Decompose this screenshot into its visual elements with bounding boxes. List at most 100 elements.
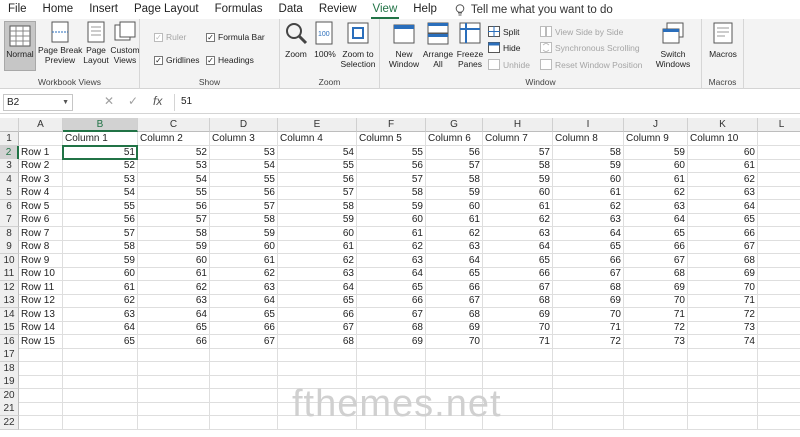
cell-i21[interactable]	[553, 402, 624, 416]
cell-j1[interactable]: Column 9	[624, 132, 688, 146]
cell-c4[interactable]: 54	[138, 172, 210, 187]
page-layout-button[interactable]: Page Layout	[82, 21, 110, 65]
cell-h16[interactable]: 71	[483, 334, 553, 349]
cell-b12[interactable]: 61	[63, 280, 138, 295]
cell-d9[interactable]: 60	[210, 240, 278, 254]
row-header-22[interactable]: 22	[0, 415, 19, 430]
cell-k3[interactable]: 61	[688, 159, 758, 173]
cell-i20[interactable]	[553, 388, 624, 403]
cell-a13[interactable]: Row 12	[19, 294, 63, 308]
tab-page-layout[interactable]: Page Layout	[126, 0, 207, 19]
gridlines-checkbox[interactable]: ✓ Gridlines	[154, 55, 200, 65]
cell-g5[interactable]: 59	[426, 186, 483, 200]
row-header-3[interactable]: 3	[0, 159, 19, 173]
tab-help[interactable]: Help	[405, 0, 445, 19]
row-header-15[interactable]: 15	[0, 321, 19, 335]
row-header-7[interactable]: 7	[0, 213, 19, 227]
tab-home[interactable]: Home	[35, 0, 82, 19]
cell-c8[interactable]: 58	[138, 226, 210, 241]
cell-i7[interactable]: 63	[553, 213, 624, 227]
cell-l16[interactable]	[758, 335, 800, 349]
cell-k18[interactable]	[688, 361, 758, 376]
cell-f12[interactable]: 65	[357, 280, 426, 295]
row-header-8[interactable]: 8	[0, 226, 19, 241]
row-header-21[interactable]: 21	[0, 402, 19, 416]
cell-g17[interactable]	[426, 348, 483, 362]
cell-i12[interactable]: 68	[553, 280, 624, 295]
cell-g1[interactable]: Column 6	[426, 132, 483, 146]
cell-i2[interactable]: 58	[553, 145, 624, 160]
cell-b21[interactable]	[63, 402, 138, 416]
cell-j22[interactable]	[624, 415, 688, 430]
cell-b7[interactable]: 56	[63, 213, 138, 227]
row-header-12[interactable]: 12	[0, 280, 19, 295]
cell-j14[interactable]: 71	[624, 307, 688, 322]
cell-c9[interactable]: 59	[138, 240, 210, 254]
row-header-4[interactable]: 4	[0, 172, 19, 187]
cell-c16[interactable]: 66	[138, 334, 210, 349]
cell-b8[interactable]: 57	[63, 226, 138, 241]
custom-views-button[interactable]: Custom Views	[110, 21, 140, 65]
cell-i3[interactable]: 59	[553, 159, 624, 173]
cell-j4[interactable]: 61	[624, 172, 688, 187]
cell-g15[interactable]: 69	[426, 321, 483, 335]
cell-e13[interactable]: 65	[278, 294, 357, 308]
cell-e11[interactable]: 63	[278, 267, 357, 281]
cell-i16[interactable]: 72	[553, 334, 624, 349]
cell-a7[interactable]: Row 6	[19, 213, 63, 227]
row-header-17[interactable]: 17	[0, 348, 19, 362]
cell-f8[interactable]: 61	[357, 226, 426, 241]
column-header-h[interactable]: H	[483, 118, 553, 132]
cell-c10[interactable]: 60	[138, 253, 210, 268]
cell-i14[interactable]: 70	[553, 307, 624, 322]
cell-b19[interactable]	[63, 375, 138, 389]
unhide-button[interactable]: Unhide	[488, 59, 530, 70]
cell-i4[interactable]: 60	[553, 172, 624, 187]
cell-k19[interactable]	[688, 375, 758, 389]
cell-l7[interactable]	[758, 213, 800, 227]
cell-k14[interactable]: 72	[688, 307, 758, 322]
tab-formulas[interactable]: Formulas	[207, 0, 271, 19]
cell-d17[interactable]	[210, 348, 278, 362]
cell-a5[interactable]: Row 4	[19, 186, 63, 200]
cell-h17[interactable]	[483, 348, 553, 362]
cell-i6[interactable]: 62	[553, 199, 624, 214]
cell-i1[interactable]: Column 8	[553, 132, 624, 146]
cell-c5[interactable]: 55	[138, 186, 210, 200]
cell-h8[interactable]: 63	[483, 226, 553, 241]
cell-d3[interactable]: 54	[210, 159, 278, 173]
cell-j20[interactable]	[624, 388, 688, 403]
cell-f10[interactable]: 63	[357, 253, 426, 268]
cell-a9[interactable]: Row 8	[19, 240, 63, 254]
cell-i10[interactable]: 66	[553, 253, 624, 268]
cell-b17[interactable]	[63, 348, 138, 362]
cell-d22[interactable]	[210, 415, 278, 430]
cell-l15[interactable]	[758, 321, 800, 335]
cell-a18[interactable]	[19, 361, 63, 376]
cell-f11[interactable]: 64	[357, 267, 426, 281]
cell-e16[interactable]: 68	[278, 334, 357, 349]
cell-j7[interactable]: 64	[624, 213, 688, 227]
cell-e12[interactable]: 64	[278, 280, 357, 295]
cell-b13[interactable]: 62	[63, 294, 138, 308]
row-header-19[interactable]: 19	[0, 375, 19, 389]
cell-d4[interactable]: 55	[210, 172, 278, 187]
cell-b5[interactable]: 54	[63, 186, 138, 200]
cell-a21[interactable]	[19, 402, 63, 416]
cell-a22[interactable]	[19, 415, 63, 430]
cell-e7[interactable]: 59	[278, 213, 357, 227]
cell-g7[interactable]: 61	[426, 213, 483, 227]
cell-d14[interactable]: 65	[210, 307, 278, 322]
cell-d2[interactable]: 53	[210, 145, 278, 160]
cell-l4[interactable]	[758, 173, 800, 187]
column-header-a[interactable]: A	[19, 118, 63, 132]
cell-l3[interactable]	[758, 159, 800, 173]
column-header-e[interactable]: E	[278, 118, 357, 132]
row-header-16[interactable]: 16	[0, 334, 19, 349]
cell-f7[interactable]: 60	[357, 213, 426, 227]
cell-k21[interactable]	[688, 402, 758, 416]
cell-c2[interactable]: 52	[138, 145, 210, 160]
row-header-14[interactable]: 14	[0, 307, 19, 322]
name-box[interactable]: B2 ▼	[3, 94, 73, 111]
cell-a14[interactable]: Row 13	[19, 307, 63, 322]
